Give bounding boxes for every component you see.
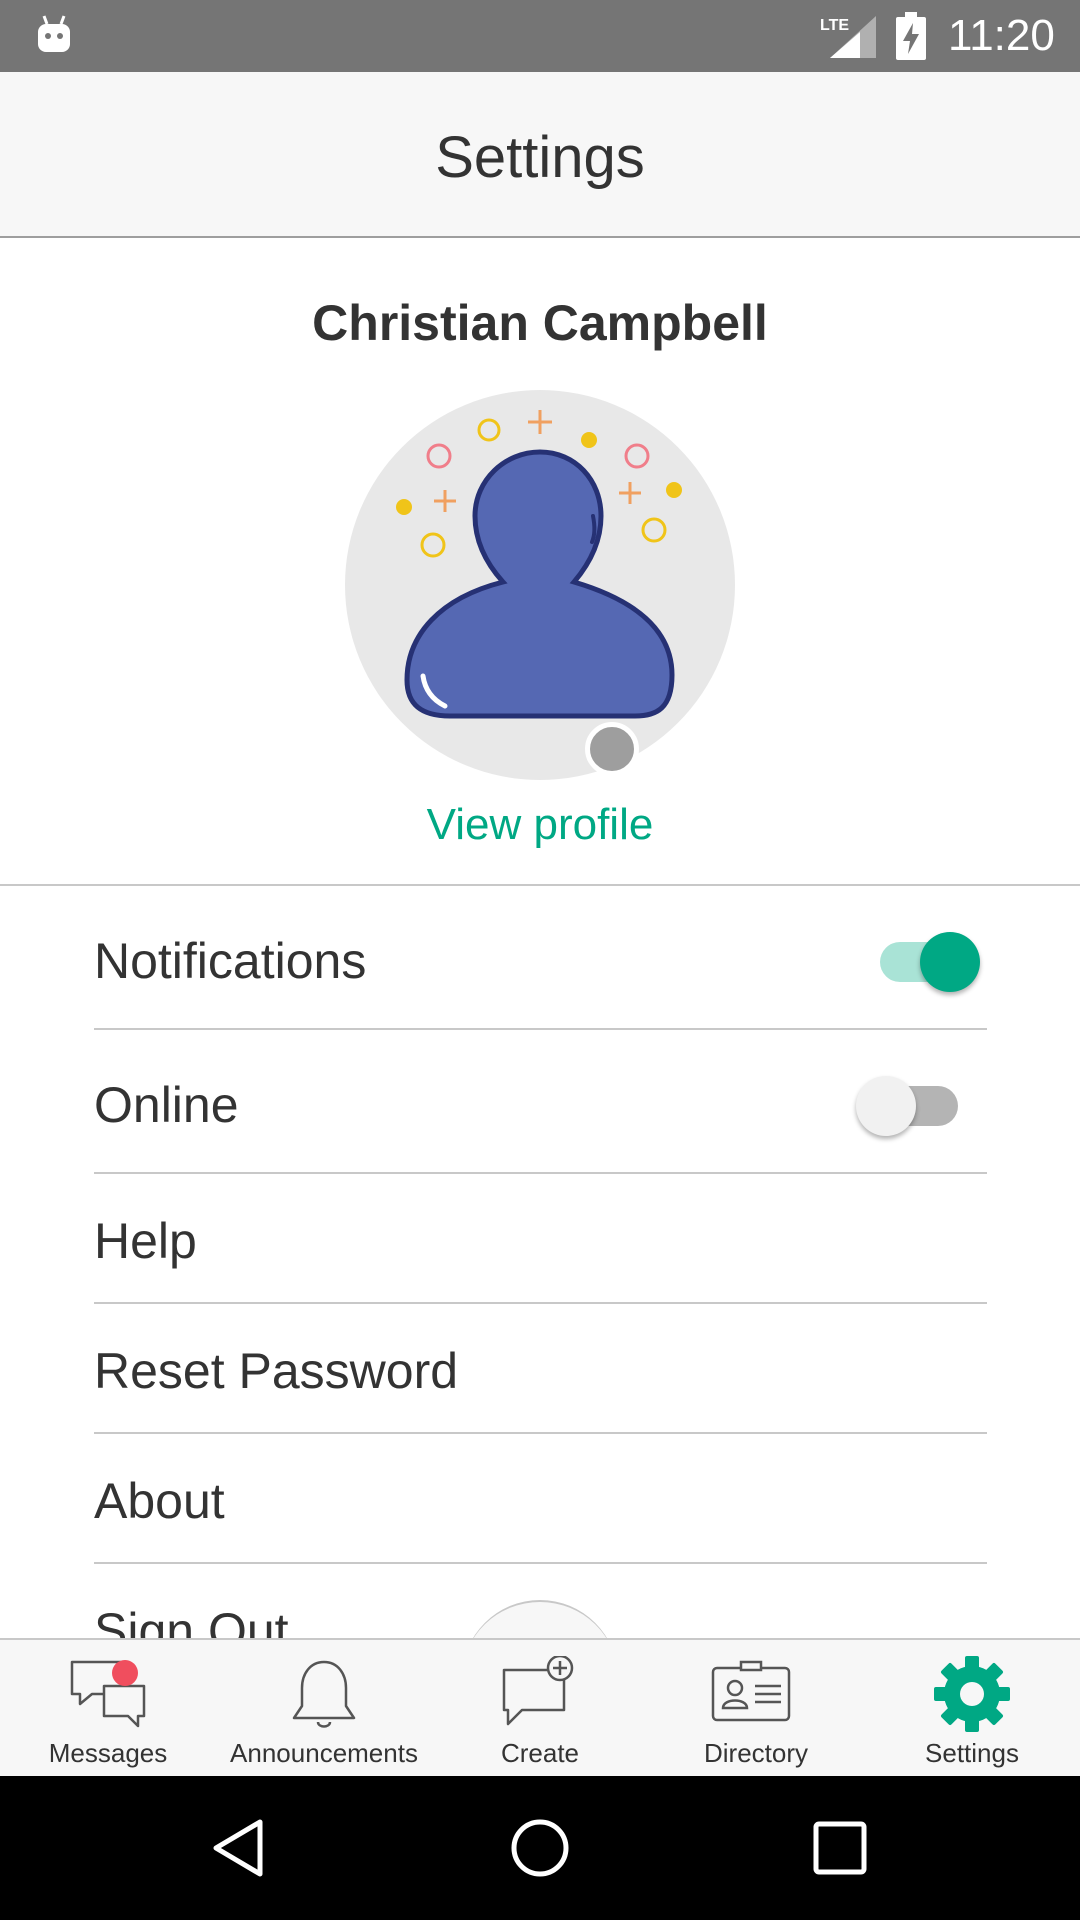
about-label: About: [94, 1473, 225, 1529]
bell-icon: [292, 1660, 356, 1728]
recents-icon[interactable]: [804, 1812, 876, 1884]
svg-text:LTE: LTE: [820, 17, 849, 34]
nav-announcements-label: Announcements: [230, 1738, 418, 1768]
toggle-thumb: [920, 932, 980, 992]
notifications-toggle[interactable]: [880, 922, 990, 994]
reset-password-label: Reset Password: [94, 1343, 459, 1399]
profile-section: Christian Campbell View profile: [0, 238, 1080, 886]
help-label: Help: [94, 1213, 197, 1269]
profile-name: Christian Campbell: [312, 295, 768, 351]
setting-row-help[interactable]: Help: [94, 1174, 987, 1304]
avatar[interactable]: [345, 390, 735, 780]
bottom-nav: Messages Announcements Create Directory: [0, 1638, 1080, 1776]
nav-announcements[interactable]: Announcements: [216, 1640, 432, 1778]
android-debug-icon: [38, 15, 70, 52]
nav-create[interactable]: Create: [432, 1640, 648, 1778]
nav-settings-label: Settings: [925, 1738, 1019, 1768]
setting-row-reset-password[interactable]: Reset Password: [94, 1304, 987, 1434]
setting-row-notifications[interactable]: Notifications: [94, 888, 987, 1030]
nav-messages[interactable]: Messages: [0, 1640, 216, 1778]
system-nav-bar: [0, 1776, 1080, 1920]
notifications-label: Notifications: [94, 933, 367, 989]
view-profile-link[interactable]: View profile: [0, 800, 1080, 850]
lte-signal-icon: LTE: [820, 16, 876, 58]
create-message-icon: [502, 1656, 574, 1726]
page-title: Settings: [435, 125, 645, 190]
nav-settings[interactable]: Settings: [864, 1640, 1080, 1778]
back-icon[interactable]: [204, 1812, 276, 1884]
status-bar: LTE 11:20: [0, 0, 1080, 72]
online-label: Online: [94, 1077, 239, 1133]
nav-directory[interactable]: Directory: [648, 1640, 864, 1778]
setting-row-about[interactable]: About: [94, 1434, 987, 1564]
online-toggle[interactable]: [856, 1066, 966, 1138]
toggle-thumb: [856, 1076, 916, 1136]
setting-row-online[interactable]: Online: [94, 1030, 987, 1174]
battery-charging-icon: [896, 12, 926, 60]
nav-messages-label: Messages: [48, 1738, 168, 1768]
contact-card-icon: [711, 1660, 791, 1722]
nav-directory-label: Directory: [703, 1738, 808, 1768]
app-header: Settings: [0, 72, 1080, 238]
presence-status-dot: [585, 722, 639, 776]
nav-create-label: Create: [500, 1738, 580, 1768]
clock: 11:20: [948, 11, 1055, 60]
messages-unread-badge: [112, 1660, 138, 1686]
home-icon[interactable]: [504, 1812, 576, 1884]
gear-icon: [934, 1656, 1010, 1732]
